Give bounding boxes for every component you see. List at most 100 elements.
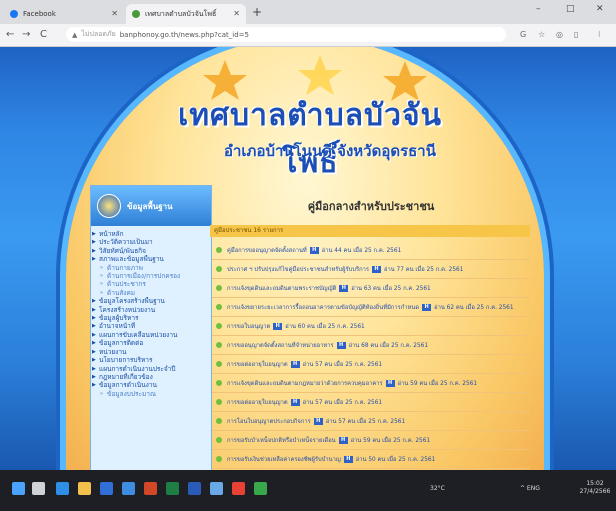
list-item[interactable]: การขอใบอนุญาต H อ่าน 60 คน เมื่อ 25 ก.ค. 2… [212, 317, 530, 336]
clock[interactable]: 15:02 27/4/2566 [575, 480, 615, 496]
list-item-meta: อ่าน 57 คน เมื่อ 25 ก.ค. 2561 [302, 400, 383, 406]
tab-municipality[interactable]: เทศบาลตำบลบัวจันโพธิ์ ✕ [126, 4, 246, 24]
sidebar-item[interactable]: ข้อมูลโครงสร้างพื้นฐาน [91, 297, 211, 305]
photos-icon[interactable] [210, 482, 223, 495]
bullet-icon [216, 247, 222, 253]
list-item-title[interactable]: การขอต่ออายุใบอนุญาต [227, 397, 288, 407]
bullet-icon [216, 399, 222, 405]
extension-icon[interactable]: ◎ [556, 30, 563, 39]
list-item-meta: อ่าน 68 คน เมื่อ 25 ก.ค. 2561 [348, 343, 429, 349]
bullet-icon [216, 380, 222, 386]
document-icon: H [290, 360, 300, 368]
bullet-icon [216, 323, 222, 329]
list-item[interactable]: การขอต่ออายุใบอนุญาต H อ่าน 57 คน เมื่อ 25… [212, 393, 530, 412]
document-icon: H [338, 436, 348, 444]
start-icon[interactable] [12, 482, 25, 495]
list-item-title[interactable]: การขอใบอนุญาต [227, 321, 270, 331]
list-item[interactable]: การขอรับเงินช่วยเหลือค่าครองชีพผู้รับบำน… [212, 450, 530, 469]
list-item-meta: อ่าน 62 คน เมื่อ 25 ก.ค. 2561 [434, 305, 514, 311]
list-item-title[interactable]: การขอรับบำเหน็จปกติหรือบำเหน็จรายเดือน [227, 435, 336, 445]
google-icon[interactable]: G [520, 30, 526, 39]
tab-label: Facebook [23, 10, 56, 18]
forward-button[interactable]: → [22, 29, 30, 40]
list-item[interactable]: การขอต่ออายุใบอนุญาต H อ่าน 57 คน เมื่อ 25… [212, 355, 530, 374]
list-item[interactable]: คู่มือการขออนุญาตจัดตั้งสถานที่ H อ่าน 44 … [212, 241, 530, 260]
sidebar-item[interactable]: ข้อมูลการดำเนินงาน [91, 381, 211, 389]
close-window-button[interactable]: ✕ [596, 4, 604, 14]
close-tab-icon[interactable]: ✕ [233, 9, 240, 18]
chrome-icon[interactable] [232, 482, 245, 495]
sidebar-item[interactable]: ข้อมูลงบประมาณ [91, 390, 211, 398]
list-item-title[interactable]: การโอนใบอนุญาตประกอบกิจการ [227, 416, 311, 426]
sidebar-item[interactable]: อำนาจหน้าที่ [91, 322, 211, 330]
system-tray[interactable]: ^ ENG [520, 485, 540, 492]
bullet-icon [216, 418, 222, 424]
tab-facebook[interactable]: Facebook ✕ [4, 4, 124, 24]
list-item-meta: อ่าน 59 คน เมื่อ 25 ก.ค. 2561 [397, 381, 478, 387]
list-item[interactable]: การขออนุญาตจัดตั้งสถานที่จำหน่ายอาหาร H อ่… [212, 336, 530, 355]
weather-label[interactable]: 32°C [430, 485, 445, 492]
sidebar-item[interactable]: หน้าหลัก [91, 230, 211, 238]
sidebar-item[interactable]: หน่วยงาน [91, 348, 211, 356]
sidebar-item[interactable]: ประวัติความเป็นมา [91, 238, 211, 246]
sidebar-item[interactable]: สภาพและข้อมูลพื้นฐาน [91, 255, 211, 263]
store-icon[interactable] [100, 482, 113, 495]
list-item[interactable]: การแจ้งขยายระยะเวลาการรื้อถอนอาคารตามข้อ… [212, 298, 530, 317]
list-item-title[interactable]: ประกาศ ฯ ปรับปรุงแก้ไขคู่มือประชาชนสำหรั… [227, 264, 369, 274]
search-icon[interactable] [32, 482, 45, 495]
sidebar: ข้อมูลพื้นฐาน หน้าหลักประวัติความเป็นมาว… [90, 185, 212, 470]
list-item-title[interactable]: การขอต่ออายุใบอนุญาต [227, 359, 288, 369]
document-icon: H [343, 455, 353, 463]
minimize-button[interactable]: – [536, 4, 541, 14]
word-icon[interactable] [188, 482, 201, 495]
url-input[interactable]: ▲ ไม่ปลอดภัย banphonoy.go.th/news.php?ca… [66, 27, 506, 42]
back-button[interactable]: ← [6, 29, 14, 40]
files-icon[interactable] [78, 482, 91, 495]
sidebar-item[interactable]: วิสัยทัศน์/พันธกิจ [91, 247, 211, 255]
list-item-meta: อ่าน 60 คน เมื่อ 25 ก.ค. 2561 [285, 324, 365, 330]
sidebar-item[interactable]: ด้านสังคม [91, 289, 211, 297]
sidepanel-icon[interactable]: ▯ [574, 30, 578, 39]
sidebar-item[interactable]: ข้อมูลผู้บริหาร [91, 314, 211, 322]
document-icon: H [385, 379, 395, 387]
main-content: คู่มือกลางสำหรับประชาชน คู่มือประชาชน 16… [210, 197, 530, 470]
excel-icon[interactable] [166, 482, 179, 495]
list-item[interactable]: การโอนใบอนุญาตประกอบกิจการ H อ่าน 57 คน เม… [212, 412, 530, 431]
sidebar-item[interactable]: แผนการขับเคลื่อนหน่วยงาน [91, 331, 211, 339]
list-item[interactable]: การขอรับบำเหน็จปกติหรือบำเหน็จรายเดือน H อ… [212, 431, 530, 450]
mail-icon[interactable] [122, 482, 135, 495]
list-item-title[interactable]: การแจ้งขุดดินและถมดินตามกฎหมายว่าด้วยการ… [227, 378, 383, 388]
bullet-icon [216, 342, 222, 348]
warning-icon: ▲ [72, 30, 78, 39]
maximize-button[interactable]: □ [566, 4, 575, 14]
sidebar-item[interactable]: นโยบายการบริหาร [91, 356, 211, 364]
clock-time: 15:02 [586, 480, 604, 487]
app-icon[interactable] [254, 482, 267, 495]
new-tab-button[interactable]: + [252, 5, 262, 19]
sidebar-item[interactable]: แผนการดำเนินงานประจำปี [91, 365, 211, 373]
sidebar-item[interactable]: ด้านกายภาพ [91, 264, 211, 272]
list-item-title[interactable]: การแจ้งขุดดินและถมดินตามพระราชบัญญัติ [227, 283, 336, 293]
menu-icon[interactable]: ⁝ [598, 30, 601, 39]
bookmark-star-icon[interactable]: ☆ [538, 30, 545, 39]
sidebar-item[interactable]: กฎหมายที่เกี่ยวข้อง [91, 373, 211, 381]
close-tab-icon[interactable]: ✕ [111, 9, 118, 18]
list-item-meta: อ่าน 50 คน เมื่อ 25 ก.ค. 2561 [355, 457, 436, 463]
powerpoint-icon[interactable] [144, 482, 157, 495]
edge-icon[interactable] [56, 482, 69, 495]
municipality-logo-icon [97, 194, 121, 218]
reload-button[interactable]: C [40, 29, 47, 40]
sidebar-item[interactable]: ข้อมูลการติดต่อ [91, 339, 211, 347]
list-item-title[interactable]: การแจ้งขยายระยะเวลาการรื้อถอนอาคารตามข้อ… [227, 302, 419, 312]
list-item[interactable]: การแจ้งขุดดินและถมดินตามพระราชบัญญัติ H อ่… [212, 279, 530, 298]
list-item-title[interactable]: การขออนุญาตจัดตั้งสถานที่จำหน่ายอาหาร [227, 340, 334, 350]
sidebar-item[interactable]: โครงสร้างหน่วยงาน [91, 306, 211, 314]
list-item[interactable]: การแจ้งขุดดินและถมดินตามกฎหมายว่าด้วยการ… [212, 374, 530, 393]
list-item-title[interactable]: คู่มือการขออนุญาตจัดตั้งสถานที่ [227, 245, 307, 255]
sidebar-item[interactable]: ด้านการเมือง/การปกครอง [91, 272, 211, 280]
clock-date: 27/4/2566 [579, 488, 611, 495]
list-item[interactable]: ประกาศ ฯ ปรับปรุงแก้ไขคู่มือประชาชนสำหรั… [212, 260, 530, 279]
sidebar-item[interactable]: ด้านประชากร [91, 280, 211, 288]
list-item-meta: อ่าน 57 คน เมื่อ 25 ก.ค. 2561 [325, 419, 406, 425]
list-item-title[interactable]: การขอรับเงินช่วยเหลือค่าครองชีพผู้รับบำน… [227, 454, 341, 464]
